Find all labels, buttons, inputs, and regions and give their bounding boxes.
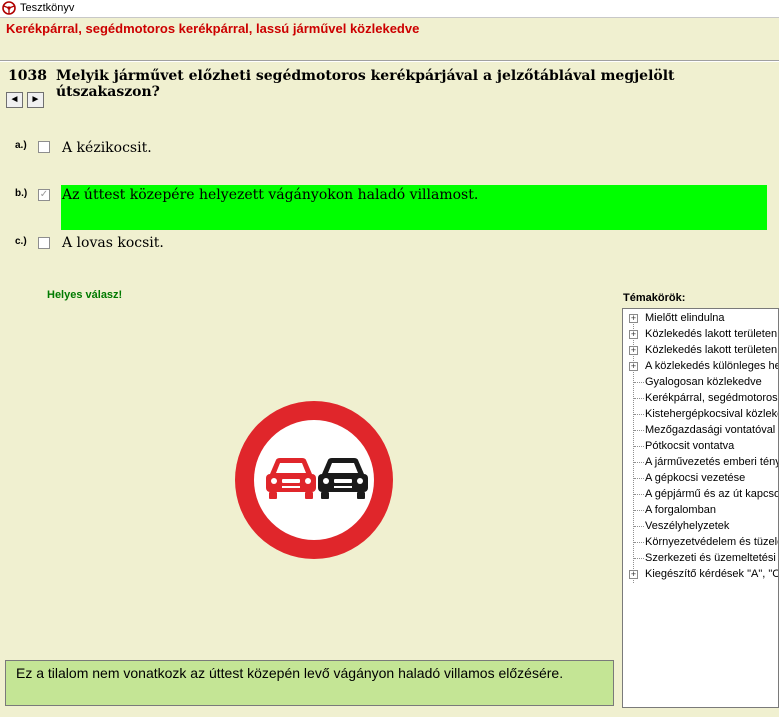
topic-item-selected[interactable]: Kerékpárral, segédmotoros k — [623, 390, 778, 406]
topic-item[interactable]: + Mielőtt elindulna — [623, 310, 778, 326]
answer-a-label: a.) — [15, 140, 27, 151]
expand-plus-icon[interactable]: + — [629, 330, 638, 339]
topics-heading: Témakörök: — [623, 292, 686, 304]
topic-item[interactable]: A forgalomban — [623, 502, 778, 518]
expand-plus-icon[interactable]: + — [629, 362, 638, 371]
answer-b-checkbox[interactable]: ✓ — [38, 189, 50, 201]
result-message: Helyes válasz! — [47, 289, 123, 301]
expand-plus-icon[interactable]: + — [629, 314, 638, 323]
topic-item[interactable]: Veszélyhelyzetek — [623, 518, 778, 534]
topic-item[interactable]: + Közlekedés lakott területen — [623, 326, 778, 342]
topic-item[interactable]: A gépkocsi vezetése — [623, 470, 778, 486]
expand-plus-icon[interactable]: + — [629, 346, 638, 355]
divider-highlight — [0, 61, 779, 62]
next-question-button[interactable]: ► — [27, 92, 44, 108]
window-title: Tesztkönyv — [20, 2, 75, 14]
category-heading: Kerékpárral, segédmotoros kerékpárral, l… — [6, 21, 420, 36]
topic-item[interactable]: Környezetvédelem és tüzelőa — [623, 534, 778, 550]
explanation-box: Ez a tilalom nem vonatkozk az úttest köz… — [5, 660, 614, 706]
topic-item[interactable]: Gyalogosan közlekedve — [623, 374, 778, 390]
topic-item[interactable]: A járművezetés emberi tényez — [623, 454, 778, 470]
question-text: Melyik járművet előzheti segédmotoros ke… — [56, 68, 675, 100]
topic-item[interactable]: Pótkocsit vontatva — [623, 438, 778, 454]
answer-b-label: b.) — [15, 188, 28, 199]
topic-item[interactable]: + Közlekedés lakott területen k — [623, 342, 778, 358]
topic-item[interactable]: Szerkezeti és üzemeltetési is — [623, 550, 778, 566]
answer-a-checkbox[interactable] — [38, 141, 50, 153]
answer-c-label: c.) — [15, 236, 27, 247]
topic-item[interactable]: + Kiegészítő kérdések "A", "C — [623, 566, 778, 582]
topic-item[interactable]: A gépjármű és az út kapcsol — [623, 486, 778, 502]
prev-question-button[interactable]: ◄ — [6, 92, 23, 108]
topic-item[interactable]: + A közlekedés különleges he — [623, 358, 778, 374]
answer-c-text[interactable]: A lovas kocsit. — [62, 235, 164, 251]
steering-wheel-icon — [2, 1, 16, 15]
answer-c-checkbox[interactable] — [38, 237, 50, 249]
answer-b-text[interactable]: Az úttest közepére helyezett vágányokon … — [62, 187, 478, 203]
topic-item[interactable]: Mezőgazdasági vontatóval k — [623, 422, 778, 438]
expand-plus-icon[interactable]: + — [629, 570, 638, 579]
topics-tree[interactable]: + Mielőtt elindulna + Közlekedés lakott … — [622, 308, 779, 708]
question-number: 1038 — [8, 68, 47, 84]
topic-item[interactable]: Kistehergépkocsival közleke — [623, 406, 778, 422]
answer-a-text[interactable]: A kézikocsit. — [62, 140, 152, 156]
title-bar: Tesztkönyv — [0, 0, 779, 18]
no-overtaking-sign-icon — [235, 401, 393, 559]
